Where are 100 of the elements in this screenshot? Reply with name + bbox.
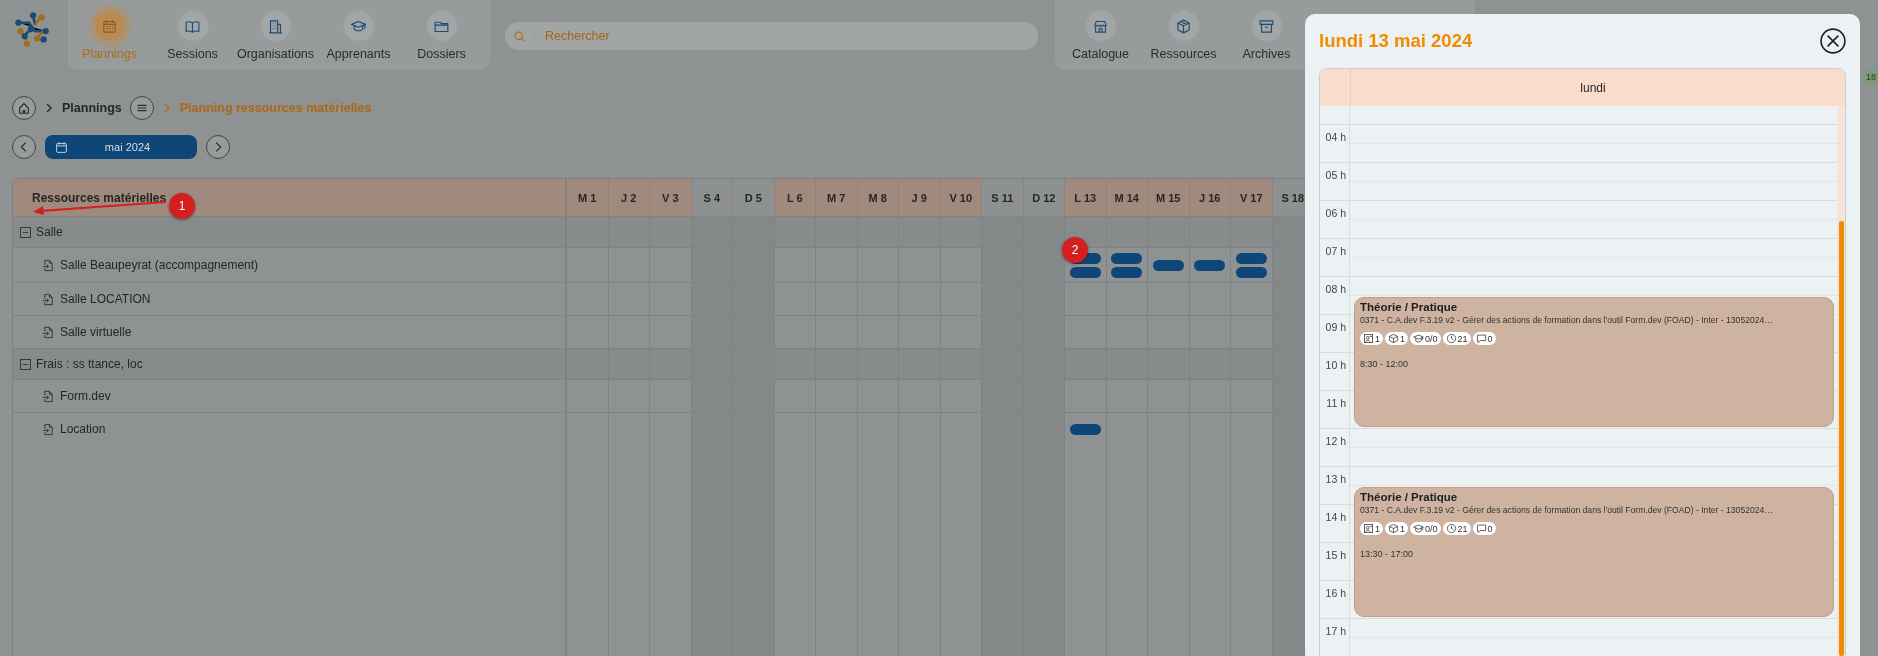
event-description: 0371 - C.A.dev F.3.19 v2 - Gérer des actions de formation dans l'outil Form.dev (FOAD) - Inter - 13052024… [1360,315,1774,325]
event-description: 0371 - C.A.dev F.3.19 v2 - Gérer des actions de formation dans l'outil Form.dev (FOAD) - Inter - 13052024… [1360,505,1774,515]
building-icon [267,17,284,35]
event-time: 8:30 - 12:00 [1360,359,1410,369]
search-input[interactable]: Rechercher [543,28,997,44]
booking-bar[interactable] [1069,266,1101,278]
day-header: L 13 [1064,179,1106,216]
nav-item[interactable]: Dossiers [400,0,483,70]
day-header: V 10 [939,179,981,216]
breadcrumb-current: Planning ressources matérielles [179,101,372,115]
scrollbar-thumb[interactable] [1839,221,1844,656]
clock-icon [1445,523,1457,534]
booking-bar[interactable] [1111,252,1143,264]
count-badge: 0/0 [1410,522,1441,535]
hour-label: 05 h [1324,169,1347,181]
resource-name: Salle virtuelle [60,325,132,339]
day-header: J 9 [898,179,940,216]
hour-label: 09 h [1324,321,1347,333]
hour-label: 10 h [1324,359,1347,371]
clock-icon [1445,333,1457,344]
board-icon [1363,523,1374,534]
count-badge: 18 [1864,70,1878,84]
hour-label: 04 h [1324,131,1347,143]
count-badge: 1 [1385,332,1409,345]
nav-item[interactable]: Organisations [234,0,317,70]
count-badge: 21 [1442,332,1471,345]
cube-icon [1388,523,1399,534]
scrollbar[interactable] [1837,106,1845,656]
day-header: M 1 [566,179,608,216]
booking-bar[interactable] [1069,423,1101,435]
day-header: J 2 [607,179,649,216]
day-header: L 6 [773,179,815,216]
calendar-icon [55,140,68,154]
file-export-icon [42,258,55,272]
count-badge: 1 [1385,522,1409,535]
breadcrumb-link[interactable]: Plannings [62,101,122,115]
count-badge: 0/0 [1410,332,1441,345]
chevron-right-icon [44,103,54,113]
day-header: V 17 [1230,179,1272,216]
search-icon [513,29,535,43]
day-header: V 3 [649,179,691,216]
count-badge: 1 [1360,332,1383,345]
previous-button[interactable] [12,135,36,159]
hour-label: 07 h [1324,245,1347,257]
speech-bubble-icon [1475,333,1487,344]
board-icon [1363,333,1374,344]
booking-bar[interactable] [1235,252,1267,264]
file-export-icon [42,325,55,339]
day-column-header: lundi [1579,79,1607,97]
hour-label: 17 h [1324,625,1347,637]
booking-bar[interactable] [1235,266,1267,278]
collapse-icon[interactable] [20,358,31,370]
month-picker[interactable]: mai 2024 [45,135,197,159]
hour-label: 13 h [1324,473,1347,485]
group-name: Salle [36,225,63,239]
close-icon [1820,28,1846,54]
event-card[interactable]: Théorie / Pratique 0371 - C.A.dev F.3.19 v2 - Gérer des actions de formation dans l'outil Form.dev (FOAD) - Inter - 13052024… 1 1 0/0 21 0 13:30 - 17:00 [1354,487,1834,617]
nav-item[interactable]: Catalogue [1059,0,1142,70]
booking-bar[interactable] [1152,259,1184,271]
group-name: Frais : ss ttance, loc [36,357,143,371]
hour-label: 06 h [1324,207,1347,219]
count-badge: 1 [1360,522,1383,535]
day-header: M 8 [856,179,898,216]
event-card[interactable]: Théorie / Pratique 0371 - C.A.dev F.3.19 v2 - Gérer des actions de formation dans l'outil Form.dev (FOAD) - Inter - 13052024… 1 1 0/0 21 0 8:30 - 12:00 [1354,297,1834,427]
nav-item[interactable]: Sessions [151,0,234,70]
cube-icon [1388,333,1399,344]
file-export-icon [42,422,55,436]
resource-name: Salle LOCATION [60,292,151,306]
day-header: M 14 [1105,179,1147,216]
dialog-title: lundi 13 mai 2024 [1319,30,1473,52]
event-title: Théorie / Pratique [1360,491,1459,503]
speech-bubble-icon [1475,523,1487,534]
archive-box-icon [1258,17,1275,35]
search-field[interactable]: Rechercher [505,22,1038,50]
calendar-icon [101,17,118,35]
booking-bar[interactable] [1194,259,1226,271]
cube-icon [1175,17,1192,35]
resource-name: Form.dev [60,389,111,403]
count-badge: 21 [1442,522,1471,535]
day-header: M 15 [1147,179,1189,216]
hour-label: 08 h [1324,283,1347,295]
menu-button[interactable] [129,96,154,120]
day-header: M 7 [815,179,857,216]
home-button[interactable] [12,96,36,120]
hour-label: 16 h [1324,587,1347,599]
file-export-icon [42,389,55,403]
hour-label: 15 h [1324,549,1347,561]
resource-name: Salle Beaupeyrat (accompagnement) [60,258,259,272]
collapse-icon[interactable] [20,226,31,238]
home-icon [17,101,31,115]
close-button[interactable] [1820,28,1846,54]
count-badge: 0 [1472,332,1496,345]
booking-bar[interactable] [1111,266,1143,278]
hour-label: 14 h [1324,511,1347,523]
next-button[interactable] [206,135,230,159]
file-export-icon [42,292,55,306]
nav-item[interactable]: Apprenants [317,0,400,70]
nav-item[interactable]: Ressources [1142,0,1225,70]
event-time: 13:30 - 17:00 [1360,549,1415,559]
day-header: J 16 [1188,179,1230,216]
